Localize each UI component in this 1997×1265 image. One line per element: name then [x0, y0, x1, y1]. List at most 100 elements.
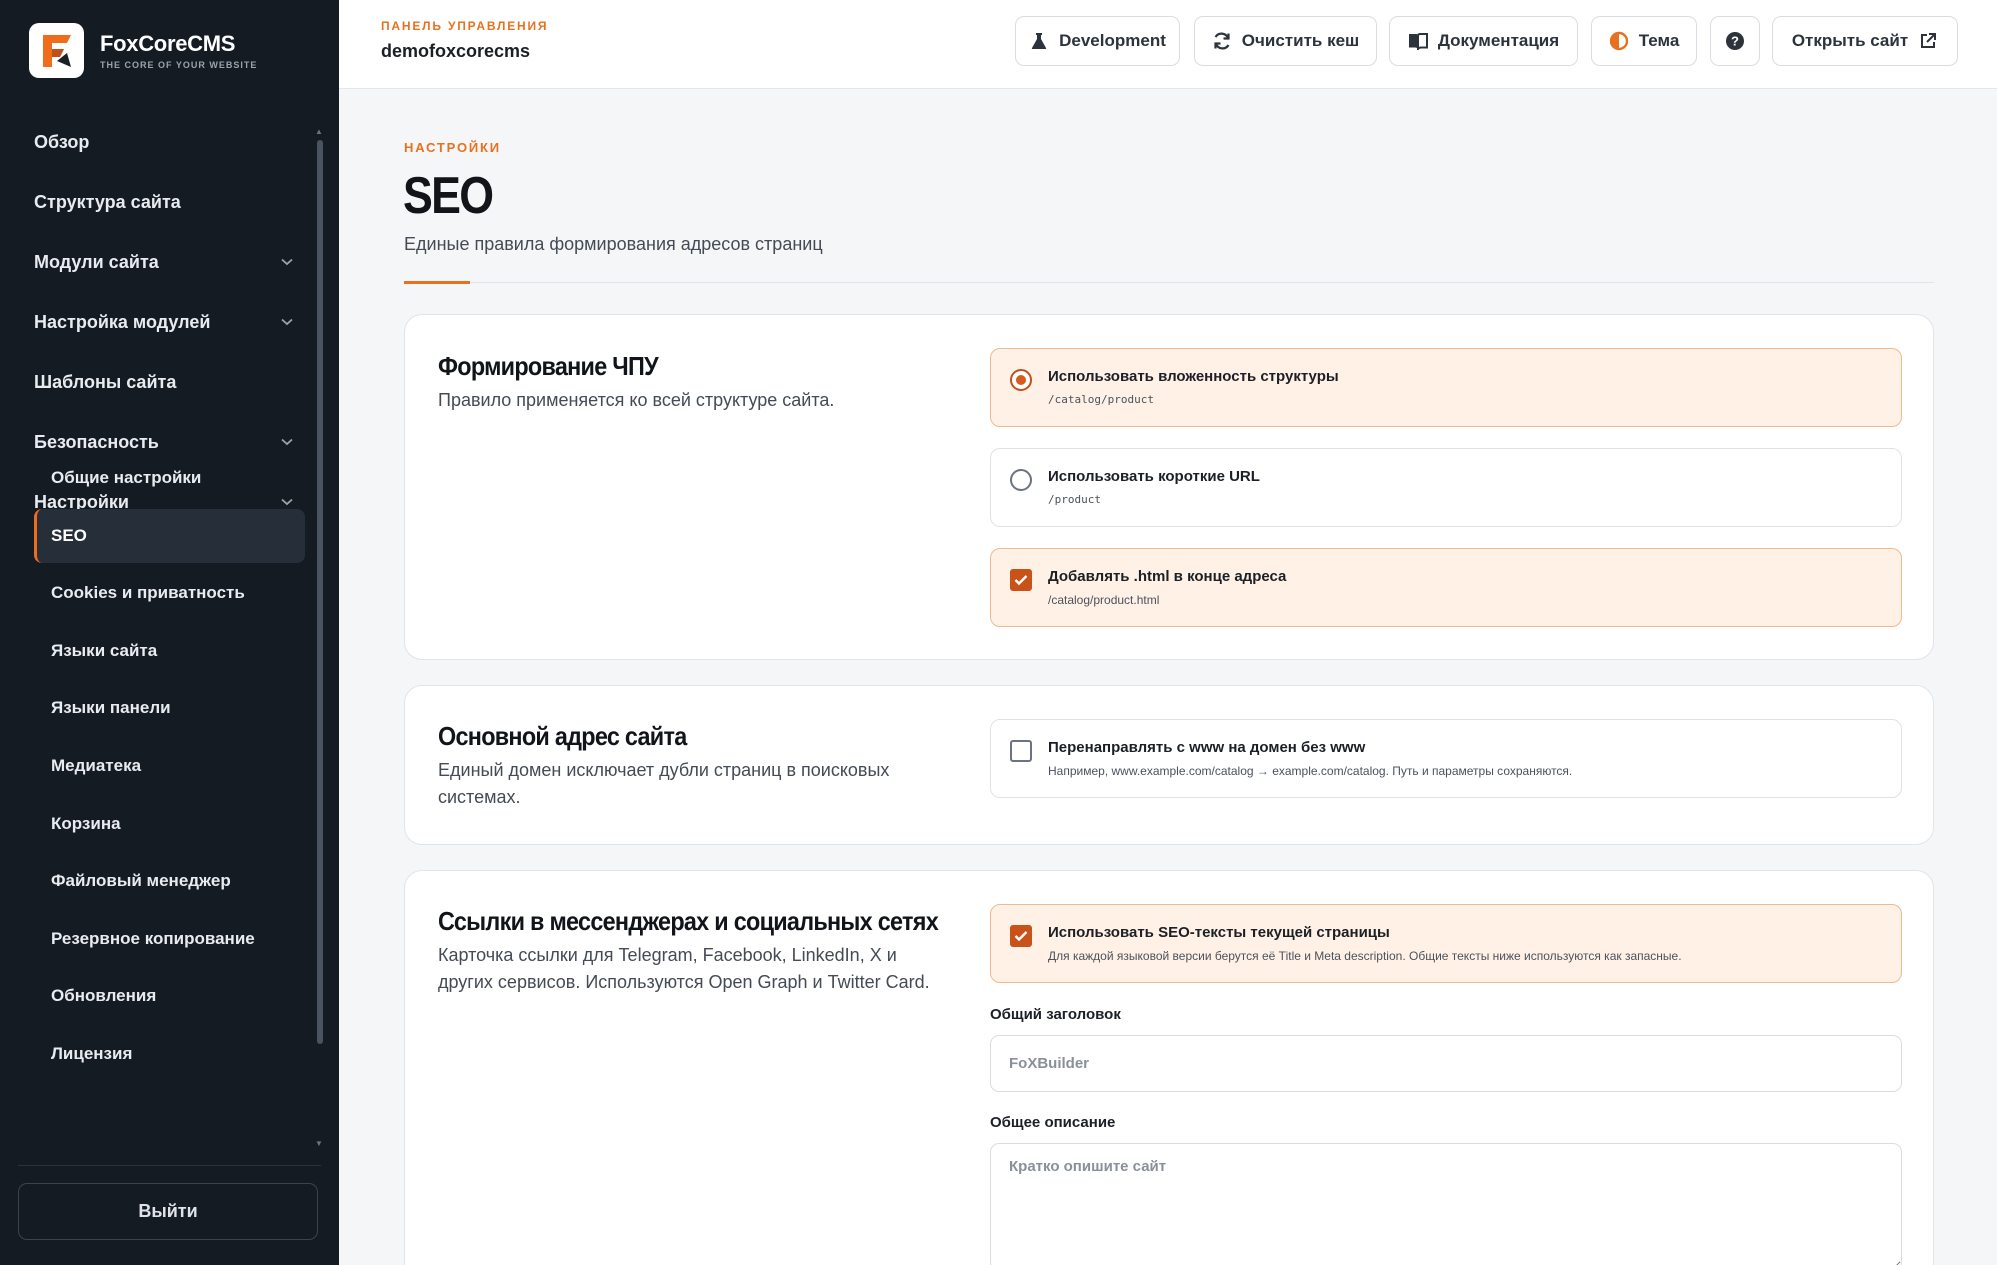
option-label: Использовать SEO-тексты текущей страницы: [1048, 924, 1390, 941]
header-kicker: ПАНЕЛЬ УПРАВЛЕНИЯ: [381, 19, 549, 33]
fox-logo-icon: [29, 23, 84, 78]
scroll-down-arrow-icon[interactable]: ▼: [315, 1139, 323, 1148]
sidebar-item-updates[interactable]: Обновления: [34, 969, 305, 1023]
sidebar-item-label: Языки сайта: [51, 640, 158, 660]
page-kicker: НАСТРОЙКИ: [404, 140, 501, 155]
sidebar-item-label: Корзина: [51, 813, 121, 833]
option-hint: Например, www.example.com/catalog → exam…: [1048, 764, 1573, 778]
option-label: Добавлять .html в конце адреса: [1048, 568, 1287, 585]
sidebar: FoxCoreCMS THE CORE OF YOUR WEBSITE Обзо…: [0, 0, 339, 1265]
social-links-card: Ссылки в мессенджерах и социальных сетях…: [404, 870, 1934, 1265]
page-subtitle: Единые правила формирования адресов стра…: [404, 234, 823, 254]
sidebar-divider: [18, 1165, 321, 1166]
url-formation-card: Формирование ЧПУ Правило применяется ко …: [404, 314, 1934, 660]
option-hint: Для каждой языковой версии берутся её Ti…: [1048, 949, 1682, 963]
brand[interactable]: FoxCoreCMS THE CORE OF YOUR WEBSITE: [29, 23, 257, 78]
card-description: Карточка ссылки для Telegram, Facebook, …: [438, 945, 930, 992]
sidebar-item-label: Шаблоны сайта: [34, 371, 177, 392]
common-title-label: Общий заголовок: [990, 1006, 1121, 1023]
help-button[interactable]: ?: [1710, 16, 1760, 66]
sidebar-item-label: SEO: [51, 525, 87, 545]
sidebar-item-label: Лицензия: [51, 1044, 133, 1063]
common-description-textarea[interactable]: [990, 1143, 1902, 1265]
option-www-redirect[interactable]: Перенаправлять с www на домен без www На…: [990, 719, 1902, 798]
option-hint: /product: [1048, 493, 1101, 506]
common-title-input[interactable]: [990, 1035, 1902, 1092]
book-icon: [1408, 31, 1428, 51]
checkmark-icon: [1014, 931, 1028, 942]
sidebar-item-label: Медиатека: [51, 756, 142, 775]
option-label: Перенаправлять с www на домен без www: [1048, 739, 1366, 756]
option-hint: /catalog/product: [1048, 393, 1154, 406]
sidebar-item-site-structure[interactable]: Структура сайта: [34, 184, 294, 220]
card-title: Ссылки в мессенджерах и социальных сетях: [438, 906, 939, 936]
checkmark-icon: [1014, 575, 1028, 586]
sidebar-item-label: Общие настройки: [51, 468, 202, 487]
chevron-down-icon: [280, 255, 294, 269]
page-title: SEO: [403, 167, 494, 225]
sidebar-item-module-settings[interactable]: Настройка модулей: [34, 304, 294, 340]
top-header: ПАНЕЛЬ УПРАВЛЕНИЯ demofoxcorecms Develop…: [339, 0, 1997, 89]
main-domain-card: Основной адрес сайта Единый домен исключ…: [404, 685, 1934, 845]
sidebar-item-seo[interactable]: SEO: [34, 508, 305, 563]
sidebar-item-cookies-privacy[interactable]: Cookies и приватность: [34, 566, 305, 620]
option-label: Использовать короткие URL: [1048, 468, 1260, 485]
clear-cache-button[interactable]: Очистить кеш: [1194, 16, 1377, 66]
development-button[interactable]: Development: [1015, 16, 1180, 66]
card-title: Формирование ЧПУ: [438, 351, 659, 381]
sidebar-item-license[interactable]: Лицензия: [34, 1027, 305, 1081]
checkbox-html-suffix[interactable]: [1010, 569, 1032, 591]
site-name: demofoxcorecms: [381, 41, 531, 61]
option-label: Использовать вложенность структуры: [1048, 368, 1339, 385]
sidebar-item-backup[interactable]: Резервное копирование: [34, 912, 305, 966]
sidebar-item-trash[interactable]: Корзина: [34, 797, 305, 851]
radio-nested-structure[interactable]: [1010, 369, 1032, 391]
checkbox-use-page-seo[interactable]: [1010, 925, 1032, 947]
title-divider: [404, 282, 1934, 283]
theme-button[interactable]: Тема: [1591, 16, 1697, 66]
sidebar-item-label: Обновления: [51, 986, 157, 1006]
clear-cache-label: Очистить кеш: [1241, 31, 1360, 50]
sidebar-item-label: Резервное копирование: [51, 928, 255, 948]
theme-label: Тема: [1638, 31, 1680, 50]
flask-icon: [1029, 31, 1049, 51]
open-site-button[interactable]: Открыть сайт: [1772, 16, 1958, 66]
svg-text:?: ?: [1731, 34, 1739, 49]
brand-name: FoxCoreCMS: [100, 31, 236, 56]
development-label: Development: [1059, 31, 1166, 50]
sidebar-item-site-templates[interactable]: Шаблоны сайта: [34, 364, 294, 400]
card-title: Основной адрес сайта: [438, 721, 687, 751]
external-link-icon: [1918, 31, 1938, 51]
theme-half-circle-icon: [1609, 31, 1629, 51]
sidebar-item-label: Языки панели: [51, 698, 171, 718]
sidebar-item-file-manager[interactable]: Файловый менеджер: [34, 854, 305, 908]
sidebar-item-label: Cookies и приватность: [51, 583, 245, 603]
option-use-page-seo[interactable]: Использовать SEO-тексты текущей страницы…: [990, 904, 1902, 983]
radio-short-urls[interactable]: [1010, 469, 1032, 491]
sidebar-item-label: Обзор: [34, 131, 90, 152]
question-icon: ?: [1725, 31, 1745, 51]
sidebar-item-label: Настройка модулей: [34, 311, 211, 332]
documentation-label: Документация: [1437, 31, 1560, 50]
scrollbar-thumb[interactable]: [317, 140, 323, 1044]
sidebar-item-label: Структура сайта: [34, 191, 181, 212]
chevron-down-icon: [280, 315, 294, 329]
option-nested-structure[interactable]: Использовать вложенность структуры /cata…: [990, 348, 1902, 427]
brand-tagline: THE CORE OF YOUR WEBSITE: [100, 60, 258, 70]
sidebar-item-panel-languages[interactable]: Языки панели: [34, 681, 305, 735]
title-accent-bar: [404, 281, 470, 284]
option-html-suffix[interactable]: Добавлять .html в конце адреса /catalog/…: [990, 548, 1902, 627]
documentation-button[interactable]: Документация: [1389, 16, 1578, 66]
card-description: Правило применяется ко всей структуре са…: [438, 390, 835, 410]
checkbox-www-redirect[interactable]: [1010, 740, 1032, 762]
scroll-up-arrow-icon[interactable]: ▲: [315, 127, 323, 136]
sidebar-item-site-languages[interactable]: Языки сайта: [34, 624, 305, 678]
sidebar-item-site-modules[interactable]: Модули сайта: [34, 244, 294, 280]
logout-button[interactable]: Выйти: [18, 1183, 318, 1240]
option-short-urls[interactable]: Использовать короткие URL /product: [990, 448, 1902, 527]
sidebar-item-media-library[interactable]: Медиатека: [34, 739, 305, 793]
common-description-label: Общее описание: [990, 1114, 1116, 1131]
sidebar-item-label: Файловый менеджер: [51, 871, 231, 891]
sidebar-item-general-settings[interactable]: Общие настройки: [34, 451, 305, 505]
sidebar-item-overview[interactable]: Обзор: [34, 126, 294, 160]
